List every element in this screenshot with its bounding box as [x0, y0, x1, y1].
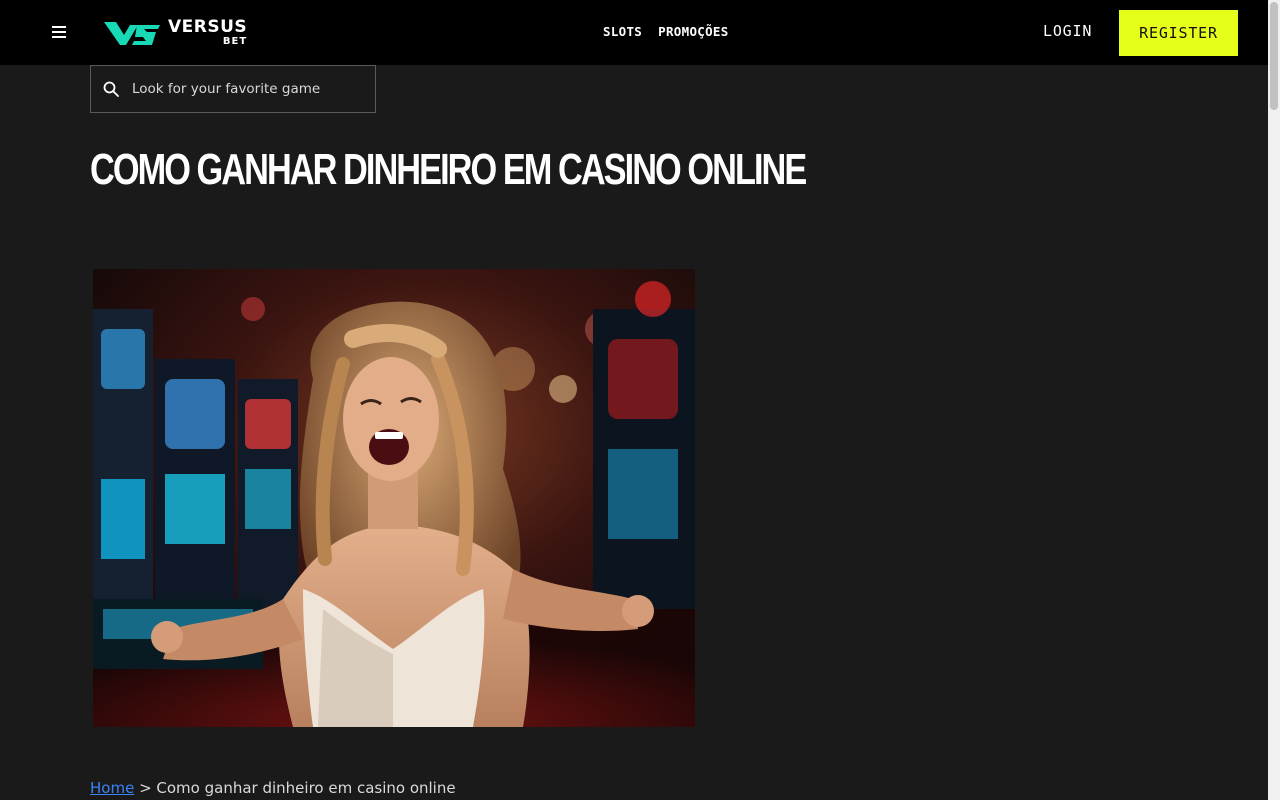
breadcrumb-current: Como ganhar dinheiro em casino online [156, 779, 456, 797]
hero-image [93, 269, 695, 727]
nav-item-promocoes[interactable]: PROMOÇÕES [658, 24, 728, 39]
casino-photo [93, 269, 695, 727]
search-icon [103, 81, 119, 97]
logo-mark-icon [104, 22, 160, 45]
logo-sub: BET [222, 36, 248, 47]
versus-bet-logo[interactable]: VERSUS BET [104, 18, 247, 48]
breadcrumb-separator: > [134, 779, 157, 797]
page-scrollbar[interactable] [1268, 0, 1280, 800]
page-title: COMO GANHAR DINHEIRO EM CASINO ONLINE [90, 145, 807, 194]
site-header: VERSUS BET SLOTS PROMOÇÕES LOGIN REGISTE… [0, 0, 1268, 65]
main-nav: SLOTS PROMOÇÕES [603, 24, 729, 39]
breadcrumb-home-link[interactable]: Home [90, 779, 134, 797]
nav-item-slots[interactable]: SLOTS [603, 24, 642, 39]
register-button[interactable]: REGISTER [1119, 10, 1238, 56]
login-button[interactable]: LOGIN [1043, 22, 1092, 40]
scrollbar-thumb[interactable] [1270, 2, 1278, 110]
game-search [90, 65, 376, 113]
breadcrumb: Home > Como ganhar dinheiro em casino on… [90, 779, 456, 797]
search-input[interactable] [130, 80, 360, 98]
logo-text: VERSUS BET [168, 19, 247, 47]
menu-icon[interactable] [52, 26, 66, 38]
logo-word: VERSUS [168, 17, 248, 37]
